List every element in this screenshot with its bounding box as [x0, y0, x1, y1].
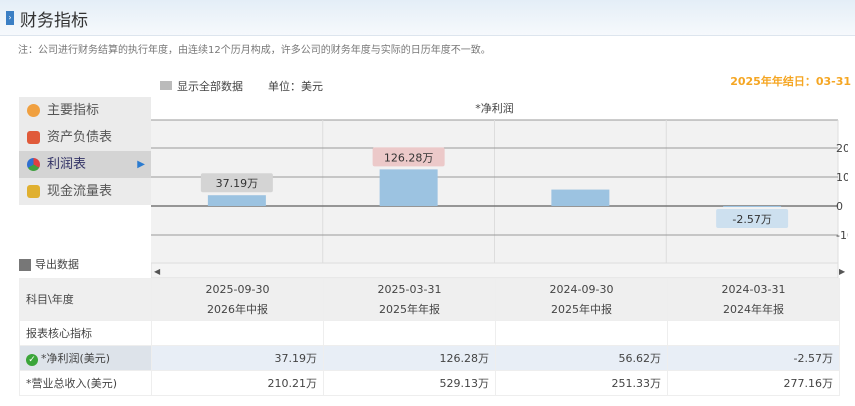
check-icon: ✓: [26, 354, 38, 366]
bar: [551, 189, 610, 206]
fiscal-year-end: 2025年年结日：03-31: [730, 75, 851, 88]
data-label: 37.19万: [216, 177, 259, 190]
net-profit-chart: *净利润 200 100 0 -100 37.19万 126.28万 -2.57万 ◀ ▶: [151, 97, 848, 278]
document-icon: [27, 131, 40, 144]
arrow-right-icon: ▶: [137, 159, 145, 170]
bar: [379, 169, 438, 206]
column-header: 2025-09-30 2026年中报: [151, 278, 324, 321]
note-text: 注：公司进行财务结算的执行年度，由连续12个历月构成，许多公司的财务年度与实际的…: [18, 45, 491, 56]
scroll-right-icon: ▶: [839, 267, 846, 276]
coins-icon: [27, 185, 40, 198]
bar: [723, 206, 782, 207]
column-header: 2024-03-31 2024年年报: [667, 278, 840, 321]
sidebar-item-income-statement[interactable]: 利润表 ▶: [19, 151, 151, 178]
data-label: -2.57万: [732, 213, 771, 226]
chart-title: *净利润: [475, 101, 514, 115]
sidebar-item-main-indicators[interactable]: 主要指标: [19, 97, 151, 124]
data-label: 126.28万: [384, 151, 434, 164]
table-row[interactable]: *营业总收入(美元) 210.21万 529.13万 251.33万 277.16万: [19, 370, 840, 396]
horizontal-scrollbar: [151, 262, 839, 278]
y-tick-label: 0: [836, 200, 843, 213]
chevron-right-icon: ›: [6, 11, 14, 25]
y-tick-label: -100: [836, 229, 848, 242]
sidebar-item-cash-flow[interactable]: 现金流量表: [19, 178, 151, 205]
excel-icon: [19, 259, 31, 271]
financial-table: 科目\年度 2025-09-30 2026年中报 2025-03-31 2025年年…: [19, 278, 840, 396]
page-title: 财务指标: [20, 11, 88, 31]
sidebar-item-balance-sheet[interactable]: 资产负债表: [19, 124, 151, 151]
column-header: 2025-03-31 2025年年报: [323, 278, 496, 321]
comment-icon: [160, 81, 172, 90]
show-all-data-button[interactable]: 显示全部数据: [160, 78, 243, 94]
export-data-button[interactable]: 导出数据: [19, 256, 79, 272]
unit-label: 单位：美元: [268, 80, 323, 93]
section-row: 报表核心指标: [19, 320, 840, 346]
column-header: 2024-09-30 2025年中报: [495, 278, 668, 321]
bar: [207, 195, 266, 206]
y-tick-label: 100: [836, 171, 848, 184]
gear-icon: [27, 104, 40, 117]
pie-chart-icon: [27, 158, 40, 171]
scroll-left-icon: ◀: [154, 267, 161, 276]
sidebar: 主要指标 资产负债表 利润表 ▶ 现金流量表: [19, 97, 151, 205]
corner-header: 科目\年度: [19, 278, 152, 321]
y-tick-label: 200: [836, 142, 848, 155]
page-header: › 财务指标: [0, 0, 855, 36]
table-header-row: 科目\年度 2025-09-30 2026年中报 2025-03-31 2025年年…: [19, 278, 840, 321]
table-row[interactable]: ✓ *净利润(美元) 37.19万 126.28万 56.62万 -2.57万: [19, 345, 840, 371]
